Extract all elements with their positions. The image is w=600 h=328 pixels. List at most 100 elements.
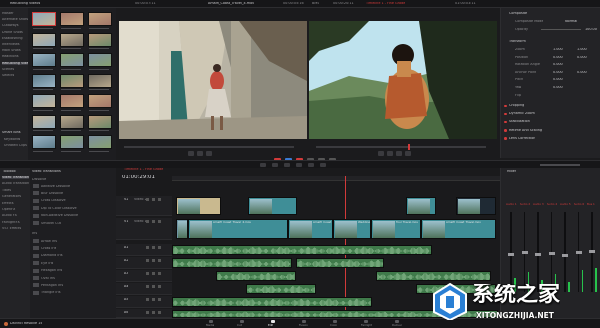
rec-play-reverse-button[interactable] [378,151,384,156]
transition-item[interactable]: Blur Dissolve [41,192,63,195]
source-jog-bar[interactable] [124,146,294,148]
transition-item[interactable]: Oval Iris [41,277,55,280]
clip-thumbnail[interactable] [60,32,84,47]
selection-tool-icon[interactable] [260,163,266,167]
inspector-section-header[interactable]: Dynamic Zoom [509,112,535,115]
channel-fader[interactable] [535,253,541,256]
audio-clip[interactable] [172,245,432,255]
composite-mode-value[interactable]: Normal [565,20,577,23]
timeline-clip[interactable] [248,197,297,215]
bin-item[interactable]: Cutaways [2,24,19,27]
toolbox-item[interactable]: Effects [2,202,29,205]
media-pool-label[interactable]: Rebuilding Videos [10,2,40,5]
track-solo-icon[interactable] [152,259,155,262]
bin-item[interactable]: Scenes [2,68,14,71]
record-viewer[interactable] [309,21,497,139]
clip-thumbnail[interactable] [32,12,56,26]
clip-thumbnail[interactable] [60,135,84,149]
inspector-x-value[interactable]: 0.000 [553,56,563,59]
page-tab-color[interactable]: Color [330,324,337,327]
track-lock-icon[interactable] [146,272,149,275]
toolbox-item[interactable]: Video Transitions [2,176,29,180]
inspector-x-value[interactable]: 0.000 [553,63,563,66]
clip-thumbnail[interactable] [88,135,112,149]
track-lock-icon[interactable] [146,298,149,301]
page-tab-fusion[interactable]: Fusion [299,324,308,327]
bin-item[interactable]: Selects [2,74,14,77]
timeline-clip[interactable] [406,197,436,215]
track-solo-icon[interactable] [152,298,155,301]
play-button[interactable] [206,151,212,156]
page-cut-icon[interactable] [240,320,244,323]
blade-tool-icon[interactable] [284,163,290,167]
track-lock-icon[interactable] [146,220,149,223]
clip-thumbnail[interactable] [88,12,112,26]
clip-thumbnail[interactable] [60,12,84,26]
transform-header[interactable]: Transform [509,40,526,43]
playhead-marker[interactable] [408,144,410,150]
track-solo-icon[interactable] [152,285,155,288]
track-lock-icon[interactable] [146,246,149,249]
page-tab-media[interactable]: Media [206,324,214,327]
transition-item[interactable]: Additive Dissolve [41,185,70,188]
track-mute-icon[interactable] [158,311,161,314]
track-lock-icon[interactable] [146,198,149,201]
composite-header[interactable]: Composite [509,12,527,15]
page-deliver-icon[interactable] [395,320,399,323]
toolbox-item[interactable]: Titles [2,189,29,192]
clip-thumbnail[interactable] [60,94,84,108]
timeline-clip[interactable]: Amalfi_Coast_Travel_4.mov [188,219,288,239]
track-lock-icon[interactable] [146,285,149,288]
inspector-section-header[interactable]: Lens Correction [509,137,535,140]
timeline-tab[interactable]: Timeline 1 - Fine Grade [124,168,163,171]
transition-item[interactable]: Cross Dissolve [41,199,66,202]
snapping-icon[interactable] [296,163,302,167]
bin-item[interactable]: Establishing [2,37,23,40]
clip-thumbnail[interactable] [32,32,56,47]
page-edit-icon[interactable] [271,320,275,323]
timeline-clip[interactable]: Amalfi_Coast_Travel_2.mov [288,219,333,239]
channel-fader[interactable] [562,253,568,257]
rec-stop-button[interactable] [387,151,393,156]
section-toggle-icon[interactable] [504,137,507,140]
page-color-icon[interactable] [333,320,337,323]
channel-fader[interactable] [589,250,595,253]
transition-item[interactable]: Cross Iris [41,247,56,250]
smart-bin-item[interactable]: Unrated Clips [4,144,27,147]
bin-item[interactable]: Drone Shots [2,31,23,34]
inspector-x-value[interactable]: 0.000 [553,78,563,81]
inspector-section-header[interactable]: Retime And Scaling [509,129,542,132]
rec-play-button[interactable] [396,151,402,156]
inspector-y-value[interactable]: 0.000 [577,56,587,59]
track-solo-icon[interactable] [152,246,155,249]
clip-thumbnail[interactable] [60,114,84,129]
play-reverse-button[interactable] [188,151,194,156]
channel-fader[interactable] [575,250,582,254]
transition-item[interactable]: Smooth Cut [41,222,61,225]
audio-clip[interactable] [172,297,372,307]
inspector-section-header[interactable]: Stabilization [509,120,530,123]
clip-thumbnail[interactable] [60,53,84,67]
source-viewer[interactable] [119,21,307,139]
bin-item[interactable]: Main Shots [2,49,21,52]
toolbox-item[interactable]: Generators [2,195,29,198]
clip-thumbnail[interactable] [32,114,56,129]
bin-item[interactable]: Master [2,12,14,15]
track-lock-icon[interactable] [146,259,149,262]
inspector-x-value[interactable]: 0.000 [553,86,563,89]
clip-thumbnail[interactable] [88,53,112,67]
audio-clip[interactable] [296,258,384,268]
transition-item[interactable]: Hexagon Iris [41,269,62,272]
track-solo-icon[interactable] [152,220,155,223]
section-toggle-icon[interactable] [504,104,507,107]
inspector-y-value[interactable]: 1.000 [577,48,587,51]
clip-thumbnail[interactable] [32,135,56,149]
inspector-x-value[interactable]: 1.000 [553,48,563,51]
timeline-clip[interactable]: Wedding Pizza.mov [333,219,371,239]
audio-clip[interactable] [246,284,316,294]
page-fusion-icon[interactable] [302,320,306,323]
timeline-clip[interactable]: Tour Travel.mov [371,219,421,239]
bin-item[interactable]: Rebuilding Videos [2,61,28,65]
page-media-icon[interactable] [209,320,213,323]
flag-icon[interactable] [320,163,326,167]
